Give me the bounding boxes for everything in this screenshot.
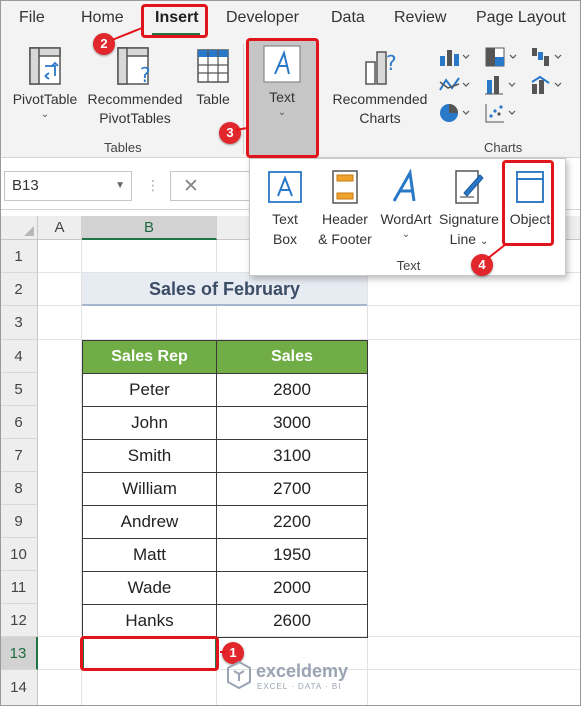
annotation-connectors: [111, 27, 507, 653]
watermark-name: exceldemy: [256, 661, 349, 681]
watermark-tagline: EXCEL · DATA · BI: [257, 682, 342, 691]
exceldemy-logo-icon: [227, 660, 251, 690]
